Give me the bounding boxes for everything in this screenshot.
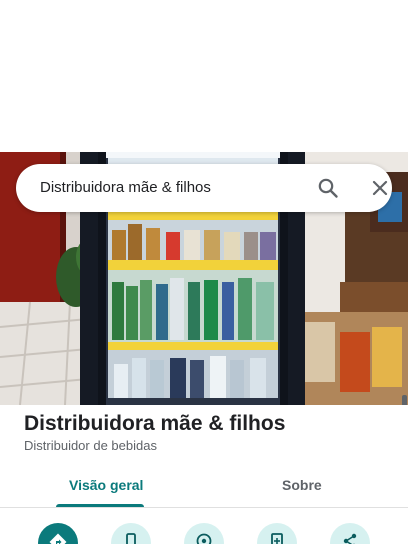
place-title: Distribuidora mãe & filhos xyxy=(24,412,286,435)
search-query[interactable]: Distribuidora mãe & filhos xyxy=(40,179,211,196)
search-icon[interactable] xyxy=(316,176,340,200)
share-button[interactable] xyxy=(330,523,370,544)
directions-icon xyxy=(48,532,68,544)
search-bar[interactable]: Distribuidora mãe & filhos xyxy=(16,164,392,212)
place-category: Distribuidor de bebidas xyxy=(24,438,157,453)
place-details-sheet: Distribuidora mãe & filhos Distribuidor … xyxy=(0,405,408,544)
save-icon xyxy=(267,532,287,544)
call-button[interactable] xyxy=(111,523,151,544)
location-icon xyxy=(194,532,214,544)
directions-button[interactable] xyxy=(38,523,78,544)
tab-overview[interactable]: Visão geral xyxy=(69,477,143,493)
share-icon xyxy=(340,532,360,544)
nearby-button[interactable] xyxy=(184,523,224,544)
tab-divider xyxy=(0,507,408,508)
save-button[interactable] xyxy=(257,523,297,544)
close-icon[interactable] xyxy=(368,176,392,200)
tab-about[interactable]: Sobre xyxy=(282,477,322,493)
phone-icon xyxy=(121,532,141,544)
